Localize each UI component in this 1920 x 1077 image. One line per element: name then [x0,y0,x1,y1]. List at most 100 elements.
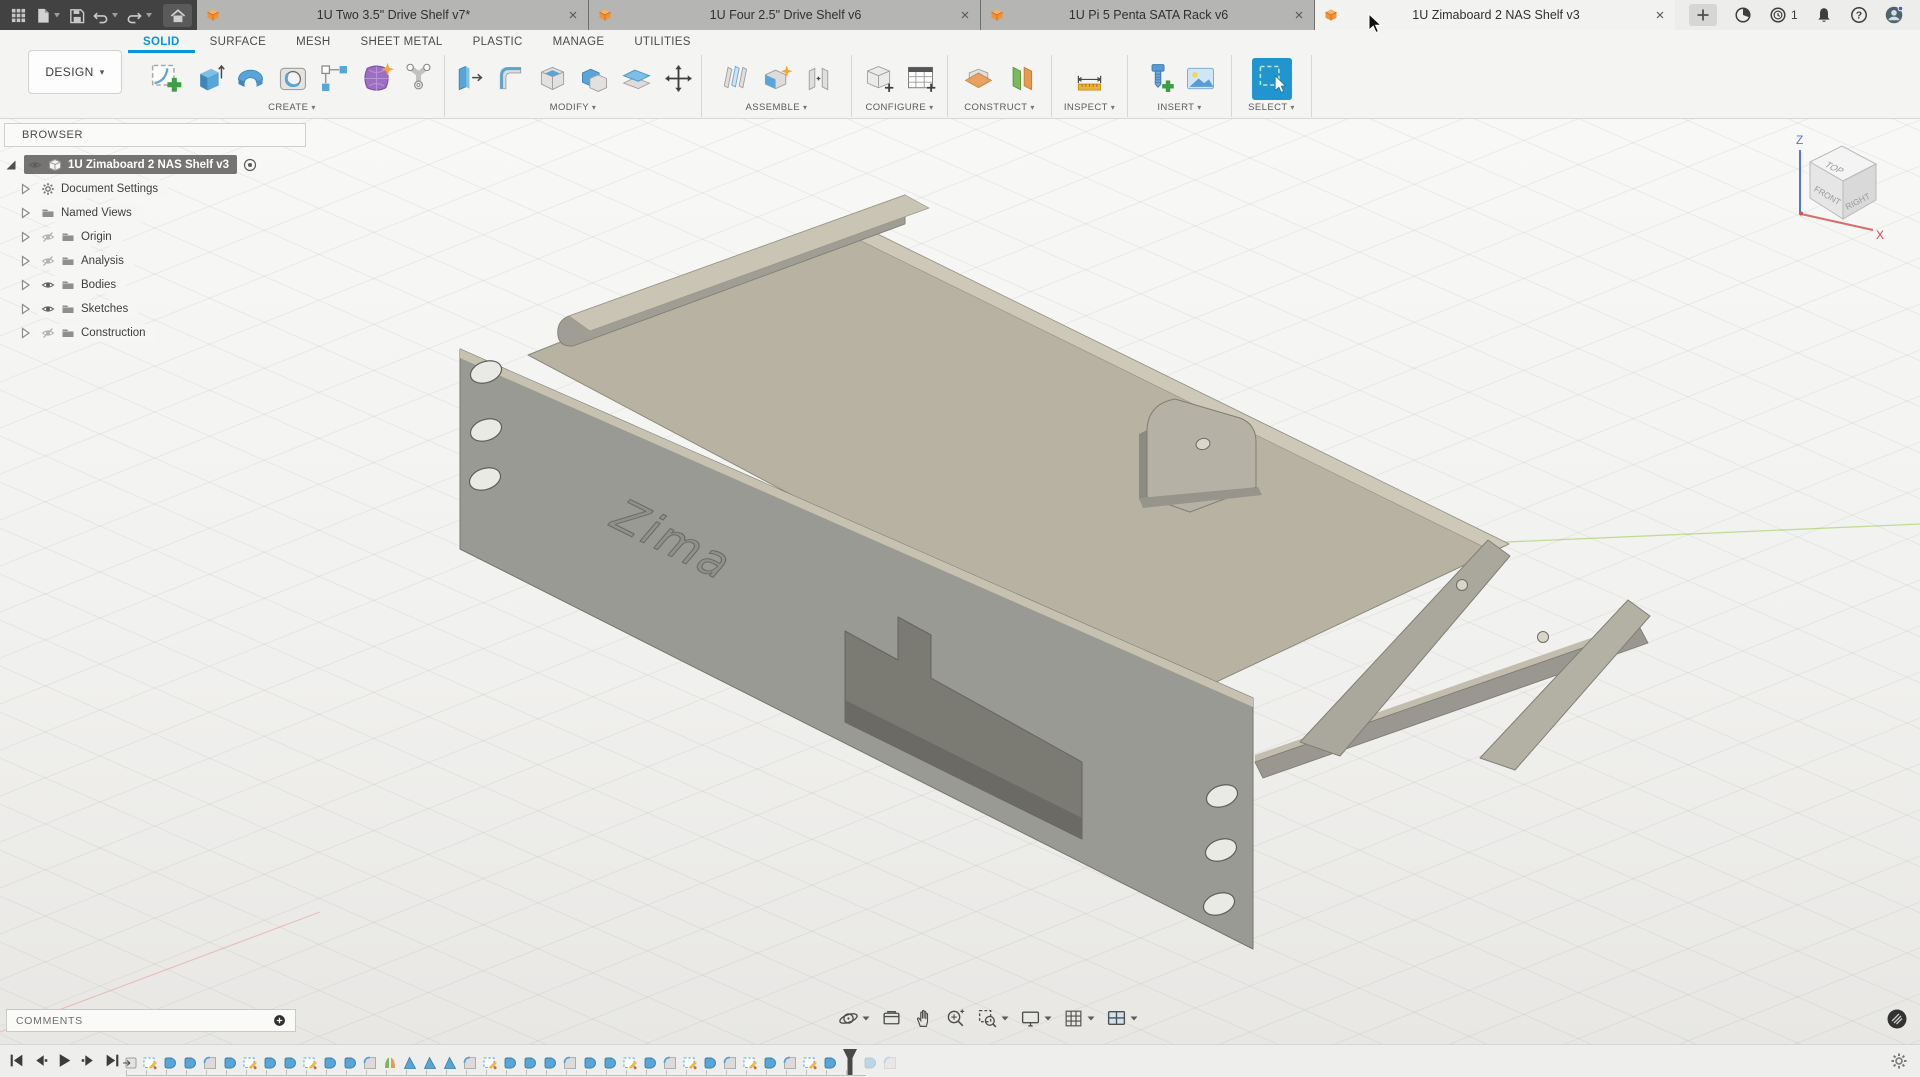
browser-item-sketches[interactable]: Sketches [18,298,306,319]
play-button[interactable] [56,1052,73,1069]
tool-hole[interactable] [272,58,312,100]
tool-combine[interactable] [574,58,614,100]
expand-arrow-icon[interactable] [18,182,32,196]
tool-configuration[interactable] [859,58,899,100]
visibility-eye-off-icon[interactable] [41,254,55,268]
browser-item-construction[interactable]: Construction [18,322,306,343]
timeline-feature-extrude[interactable] [602,1055,618,1071]
expand-arrow-icon[interactable] [18,230,32,244]
notifications-button[interactable] [1815,6,1833,24]
job-status-button[interactable]: 1 [1769,6,1798,24]
document-tab[interactable]: 1U Pi 5 Penta SATA Rack v6 [981,0,1315,30]
tool-canvas[interactable] [1181,58,1221,100]
timeline-feature-sketch[interactable] [682,1055,698,1071]
ribbon-tab-surface[interactable]: SURFACE [195,30,281,53]
ribbon-tab-mesh[interactable]: MESH [281,30,345,53]
visibility-eye-icon[interactable] [41,278,55,292]
viewports-button[interactable] [1106,1008,1138,1029]
expand-arrow-icon[interactable] [18,326,32,340]
tool-revolve[interactable] [230,58,270,100]
browser-item-named-views[interactable]: Named Views [18,202,306,223]
fit-button[interactable] [977,1008,1009,1029]
tool-press-pull[interactable] [448,58,488,100]
viewport-canvas[interactable]: Zima BROWSER 1U Zimaboard 2 NAS Shelf v3… [0,118,1920,1045]
timeline-feature-fillet[interactable] [462,1055,478,1071]
visibility-eye-off-icon[interactable] [41,230,55,244]
timeline-feature-sketch[interactable] [482,1055,498,1071]
ribbon-group-label[interactable]: CONSTRUCT ▾ [948,102,1051,117]
expand-arrow-icon[interactable] [18,206,32,220]
timeline-feature-extrude[interactable] [582,1055,598,1071]
visibility-eye-off-icon[interactable] [41,326,55,340]
visibility-eye-icon[interactable] [41,302,55,316]
timeline-feature-extrude[interactable] [262,1055,278,1071]
step-forward-button[interactable] [80,1052,97,1069]
timeline-feature-extrude[interactable] [282,1055,298,1071]
timeline-feature-derive[interactable] [122,1055,138,1071]
close-icon[interactable] [1293,9,1305,21]
ribbon-group-label[interactable]: INSERT ▾ [1128,102,1231,117]
extensions-button[interactable] [1734,6,1752,24]
timeline-settings-gear-icon[interactable] [1890,1052,1908,1070]
timeline-feature-sketch[interactable] [622,1055,638,1071]
pan-button[interactable] [913,1008,934,1029]
timeline-feature-fillet[interactable] [722,1055,738,1071]
expand-arrow-icon[interactable] [4,158,18,172]
tool-rectangular-pattern[interactable] [314,58,354,100]
tool-offset-plane[interactable] [1001,58,1041,100]
display-settings-button[interactable] [1020,1008,1052,1029]
timeline-feature-extrude[interactable] [162,1055,178,1071]
document-tab[interactable]: 1U Two 3.5" Drive Shelf v7* [197,0,589,30]
timeline-feature-fillet[interactable] [662,1055,678,1071]
tool-offset-face[interactable] [616,58,656,100]
timeline-feature-extrude[interactable] [822,1055,838,1071]
timeline-feature-sketch[interactable] [302,1055,318,1071]
redo-button[interactable] [124,5,155,26]
timeline-feature-extrude[interactable] [182,1055,198,1071]
feedback-badge-icon[interactable] [1886,1008,1908,1030]
tool-joint[interactable] [757,58,797,100]
close-icon[interactable] [959,9,971,21]
close-icon[interactable] [567,9,579,21]
save-button[interactable] [66,5,87,26]
account-button[interactable] [1885,6,1903,24]
timeline-feature-sketch[interactable] [242,1055,258,1071]
ribbon-tab-sheet-metal[interactable]: SHEET METAL [346,30,458,53]
home-button[interactable] [163,4,192,27]
step-back-button[interactable] [32,1052,49,1069]
timeline-feature-fillet[interactable] [362,1055,378,1071]
ribbon-tab-utilities[interactable]: UTILITIES [619,30,705,53]
expand-arrow-icon[interactable] [18,254,32,268]
timeline-feature-sketch[interactable] [142,1055,158,1071]
tool-configuration-table[interactable] [901,58,941,100]
ribbon-group-label[interactable]: MODIFY ▾ [445,102,701,117]
timeline-feature-extrude[interactable] [762,1055,778,1071]
skip-to-start-button[interactable] [8,1052,25,1069]
expand-arrow-icon[interactable] [18,302,32,316]
timeline-feature-extrude[interactable] [542,1055,558,1071]
tool-shell[interactable] [532,58,572,100]
view-cube[interactable]: TOP FRONT RIGHT Z X [1770,126,1902,248]
ribbon-tab-solid[interactable]: SOLID [128,30,195,53]
tool-construct-midplane[interactable] [959,58,999,100]
timeline-feature-extrude[interactable] [702,1055,718,1071]
workspace-selector[interactable]: DESIGN ▾ [28,50,122,94]
timeline-feature-extrude[interactable] [342,1055,358,1071]
browser-item-document-settings[interactable]: Document Settings [18,178,306,199]
timeline-feature-triangle[interactable] [422,1055,438,1071]
timeline-feature-extrude[interactable] [322,1055,338,1071]
timeline-feature-extrude[interactable] [222,1055,238,1071]
ribbon-group-label[interactable]: ASSEMBLE ▾ [702,102,851,117]
ribbon-group-label[interactable]: INSPECT ▾ [1052,102,1127,117]
tool-select[interactable] [1252,58,1292,100]
timeline-feature-triangle[interactable] [402,1055,418,1071]
timeline-feature-sketch[interactable] [742,1055,758,1071]
timeline-feature-extrude-suppressed[interactable] [862,1055,878,1071]
shelf-model[interactable]: Zima [460,195,1650,949]
expand-arrow-icon[interactable] [18,278,32,292]
timeline-feature-triangle[interactable] [442,1055,458,1071]
timeline-feature-mirror[interactable] [382,1055,398,1071]
timeline-feature-fillet-suppressed[interactable] [882,1055,898,1071]
browser-item-bodies[interactable]: Bodies [18,274,306,295]
ribbon-group-label[interactable]: CONFIGURE ▾ [852,102,947,117]
